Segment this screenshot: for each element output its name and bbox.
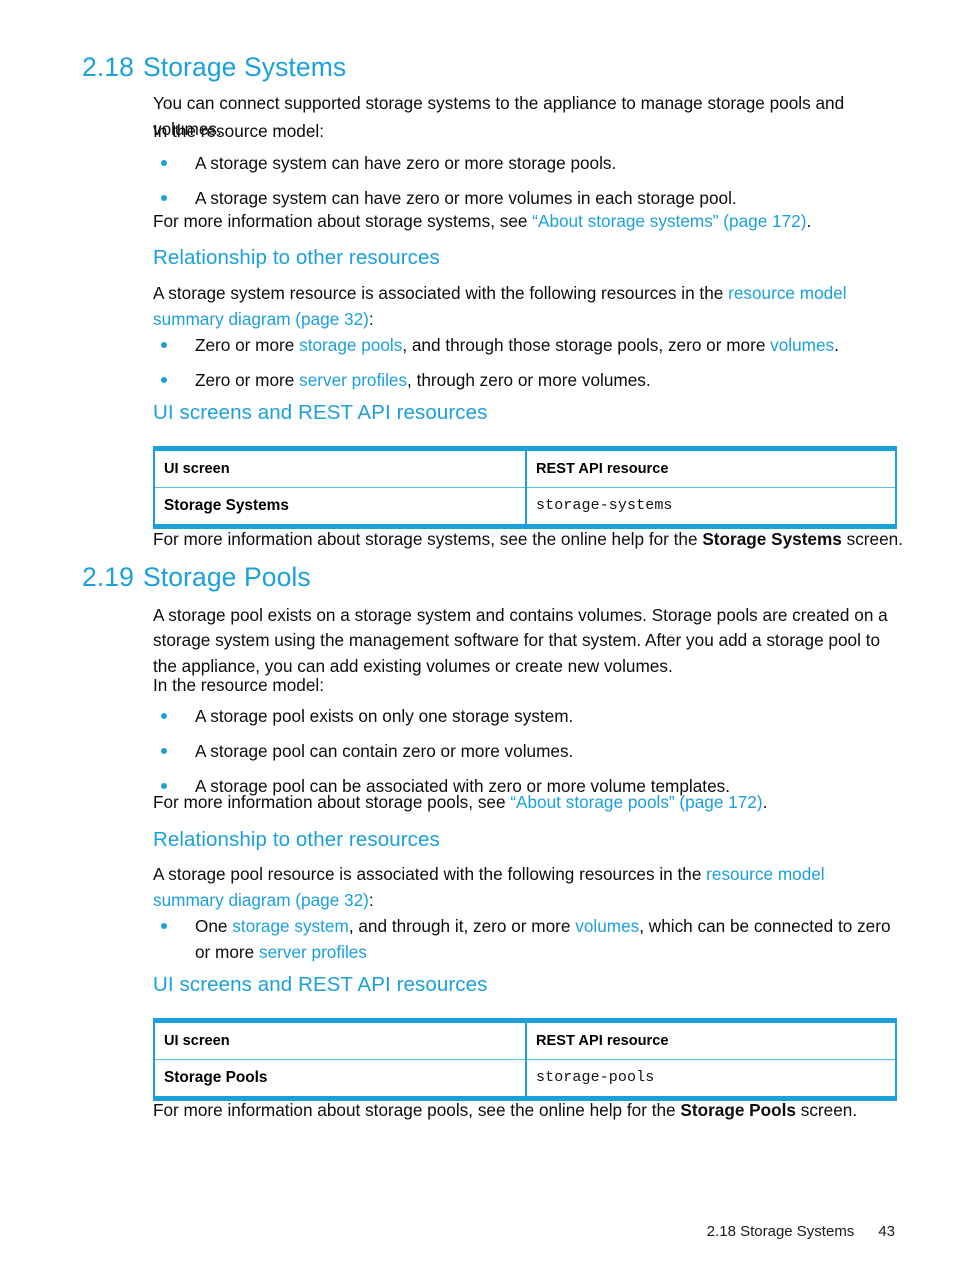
list-item: A storage system can have zero or more s… bbox=[153, 150, 898, 176]
closing-paragraph-2-19: For more information about storage pools… bbox=[153, 1100, 858, 1120]
more-info-2-19: For more information about storage pools… bbox=[153, 792, 768, 812]
link-about-storage-systems[interactable]: “About storage systems” (page 172) bbox=[532, 211, 806, 231]
bullet-list-2-19: A storage pool exists on only one storag… bbox=[153, 703, 913, 799]
column-header-rest-api-resource: REST API resource bbox=[525, 448, 897, 488]
bullet-dot-icon bbox=[161, 748, 167, 755]
link-storage-system[interactable]: storage system bbox=[232, 916, 349, 936]
table-header-row: UI screen REST API resource bbox=[153, 448, 897, 488]
bullet-dot-icon bbox=[161, 713, 167, 719]
column-header-rest-api-resource: REST API resource bbox=[525, 1020, 897, 1060]
relationship-bullets-2-19: One storage system, and through it, zero… bbox=[153, 913, 903, 965]
bullet-list-2-18: A storage system can have zero or more s… bbox=[153, 150, 898, 211]
list-item: A storage pool exists on only one storag… bbox=[153, 703, 913, 729]
list-item: One storage system, and through it, zero… bbox=[153, 913, 903, 965]
link-about-storage-pools[interactable]: “About storage pools” (page 172) bbox=[510, 792, 762, 812]
cell-ui-screen: Storage Pools bbox=[153, 1059, 527, 1099]
bullet-dot-icon bbox=[161, 923, 167, 929]
list-item: Zero or more server profiles, through ze… bbox=[153, 367, 913, 393]
link-storage-pools[interactable]: storage pools bbox=[299, 335, 402, 355]
section-title: Storage Pools bbox=[142, 562, 311, 592]
table-heading-2-18: UI screens and REST API resources bbox=[153, 401, 488, 424]
section-title: Storage Systems bbox=[142, 52, 347, 82]
bullet-dot-icon bbox=[161, 195, 167, 202]
footer-running-head: 2.18 Storage Systems bbox=[706, 1223, 855, 1240]
resource-model-lead-2-18: In the resource model: bbox=[153, 121, 325, 141]
emphasis-storage-pools: Storage Pools bbox=[680, 1100, 796, 1120]
relationship-heading-2-18: Relationship to other resources bbox=[153, 246, 440, 269]
table-header-row: UI screen REST API resource bbox=[153, 1020, 897, 1060]
table-heading-2-19: UI screens and REST API resources bbox=[153, 973, 488, 996]
column-header-ui-screen: UI screen bbox=[153, 1020, 527, 1060]
list-item: Zero or more storage pools, and through … bbox=[153, 332, 913, 358]
more-info-2-18: For more information about storage syste… bbox=[153, 211, 812, 231]
relationship-bullets-2-18: Zero or more storage pools, and through … bbox=[153, 332, 913, 393]
page-footer: 2.18 Storage Systems 43 bbox=[0, 1223, 954, 1240]
api-table-2-18: UI screen REST API resource Storage Syst… bbox=[153, 446, 897, 529]
table-row: Storage Systems storage-systems bbox=[153, 487, 897, 527]
relationship-intro-2-18: A storage system resource is associated … bbox=[153, 283, 847, 330]
link-server-profiles[interactable]: server profiles bbox=[259, 942, 367, 962]
section-number: 2.18 bbox=[82, 52, 134, 82]
document-page: 2.18 Storage Systems You can connect supp… bbox=[0, 0, 954, 1271]
cell-rest-api-resource: storage-pools bbox=[525, 1059, 897, 1099]
bullet-dot-icon bbox=[161, 160, 167, 166]
column-header-ui-screen: UI screen bbox=[153, 448, 527, 488]
cell-rest-api-resource: storage-systems bbox=[525, 487, 897, 527]
link-volumes[interactable]: volumes bbox=[770, 335, 834, 355]
closing-paragraph-2-18: For more information about storage syste… bbox=[153, 529, 903, 549]
relationship-intro-2-19: A storage pool resource is associated wi… bbox=[153, 864, 825, 911]
relationship-heading-2-19: Relationship to other resources bbox=[153, 828, 440, 851]
emphasis-storage-systems: Storage Systems bbox=[702, 529, 842, 549]
footer-page-number: 43 bbox=[878, 1223, 895, 1240]
resource-model-lead-2-19: In the resource model: bbox=[153, 675, 325, 695]
list-item: A storage pool can contain zero or more … bbox=[153, 738, 913, 764]
bullet-dot-icon bbox=[161, 342, 167, 348]
link-server-profiles[interactable]: server profiles bbox=[299, 370, 407, 390]
bullet-dot-icon bbox=[161, 377, 167, 384]
section-heading-2-19: 2.19 Storage Pools bbox=[82, 562, 311, 593]
intro-paragraph-2-19: A storage pool exists on a storage syste… bbox=[153, 605, 888, 676]
table-row: Storage Pools storage-pools bbox=[153, 1059, 897, 1099]
section-heading-2-18: 2.18 Storage Systems bbox=[82, 52, 346, 83]
api-table-2-19: UI screen REST API resource Storage Pool… bbox=[153, 1018, 897, 1101]
section-number: 2.19 bbox=[82, 562, 134, 592]
link-volumes[interactable]: volumes bbox=[575, 916, 639, 936]
cell-ui-screen: Storage Systems bbox=[153, 487, 527, 527]
